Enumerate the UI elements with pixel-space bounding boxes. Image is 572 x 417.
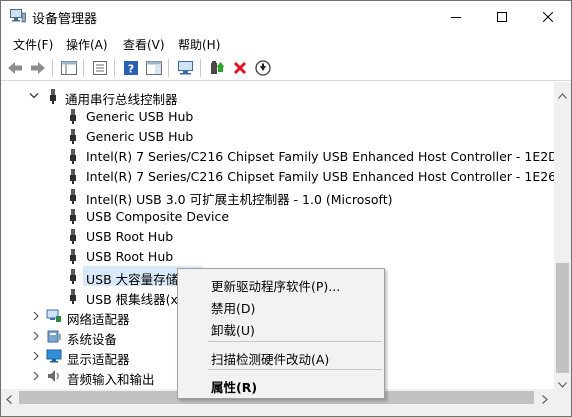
menu-item-uninstall[interactable]: 卸载(U) bbox=[211, 320, 255, 339]
speaker-icon bbox=[46, 368, 62, 384]
usb-plug-icon bbox=[65, 228, 81, 244]
usb-plug-icon bbox=[65, 248, 81, 264]
network-adapter-icon bbox=[46, 308, 62, 324]
scroll-right-arrow-icon[interactable] bbox=[542, 393, 548, 407]
svg-text:?: ? bbox=[128, 63, 134, 76]
expand-chevron-icon[interactable] bbox=[31, 350, 41, 362]
device-label: Intel(R) 7 Series/C216 Chipset Family US… bbox=[86, 149, 554, 164]
expand-chevron-icon[interactable] bbox=[31, 370, 41, 382]
menu-item-scan-hardware[interactable]: 扫描检测硬件改动(A) bbox=[211, 349, 329, 368]
device-label: USB Root Hub bbox=[86, 249, 174, 264]
expand-chevron-icon[interactable] bbox=[31, 330, 41, 342]
action-pane-icon[interactable] bbox=[145, 59, 163, 77]
menu-item-properties[interactable]: 属性(R) bbox=[211, 377, 257, 396]
category-label: 音频输入和输出 bbox=[67, 372, 155, 387]
tree-device-usb-root-hub-2[interactable]: USB Root Hub bbox=[1, 246, 554, 266]
back-icon[interactable] bbox=[6, 59, 24, 77]
tree-device-generic-usb-hub-1[interactable]: Generic USB Hub bbox=[1, 106, 554, 126]
tree-category-usb-controllers[interactable]: 通用串行总线控制器 bbox=[1, 86, 554, 107]
usb-plug-icon bbox=[65, 188, 81, 204]
menu-view[interactable]: 查看(V) bbox=[123, 36, 165, 53]
menu-action[interactable]: 操作(A) bbox=[66, 36, 108, 53]
close-button[interactable] bbox=[525, 1, 571, 32]
system-devices-icon bbox=[46, 328, 62, 344]
scroll-left-arrow-icon[interactable] bbox=[6, 393, 12, 407]
scrollbar-corner bbox=[554, 389, 571, 406]
update-driver-icon[interactable] bbox=[208, 59, 226, 77]
device-manager-icon bbox=[10, 9, 26, 23]
menu-item-disable[interactable]: 禁用(D) bbox=[211, 298, 255, 317]
context-menu: 更新驱动程序软件(P)... 禁用(D) 卸载(U) 扫描检测硬件改动(A) 属… bbox=[177, 268, 385, 399]
device-label: USB Root Hub bbox=[86, 229, 174, 244]
device-label: Generic USB Hub bbox=[86, 129, 194, 144]
menu-help[interactable]: 帮助(H) bbox=[178, 36, 220, 53]
maximize-button[interactable] bbox=[479, 1, 525, 32]
window-title: 设备管理器 bbox=[32, 12, 98, 27]
device-label: Generic USB Hub bbox=[86, 109, 194, 124]
show-hide-console-tree-icon[interactable] bbox=[60, 59, 78, 77]
enable-device-icon[interactable] bbox=[254, 59, 272, 77]
display-adapter-icon bbox=[46, 348, 62, 364]
properties-sheet-icon[interactable] bbox=[91, 59, 109, 77]
usb-plug-icon bbox=[65, 168, 81, 184]
tree-device-intel-ehci-1e2d[interactable]: Intel(R) 7 Series/C216 Chipset Family US… bbox=[1, 146, 554, 166]
usb-plug-icon bbox=[65, 148, 81, 164]
forward-icon[interactable] bbox=[29, 59, 47, 77]
tree-device-usb-composite[interactable]: USB Composite Device bbox=[1, 206, 554, 226]
device-manager-window: 设备管理器 文件(F) 操作(A) 查看(V) 帮助(H) ? 通用串行总线控制… bbox=[0, 0, 572, 417]
usb-plug-icon bbox=[65, 208, 81, 224]
uninstall-device-icon[interactable] bbox=[231, 59, 249, 77]
menu-separator bbox=[208, 369, 382, 370]
vertical-scrollbar[interactable] bbox=[554, 82, 571, 389]
title-bar[interactable]: 设备管理器 bbox=[1, 1, 571, 32]
usb-plug-icon bbox=[65, 268, 81, 284]
device-label: USB Composite Device bbox=[86, 209, 230, 224]
scan-hardware-monitor-icon[interactable] bbox=[177, 59, 195, 77]
menu-bar: 文件(F) 操作(A) 查看(V) 帮助(H) bbox=[1, 32, 571, 54]
toolbar: ? bbox=[1, 55, 571, 81]
collapse-chevron-icon[interactable] bbox=[29, 90, 39, 102]
status-bar bbox=[1, 406, 571, 416]
menu-separator bbox=[208, 341, 382, 342]
usb-plug-icon bbox=[65, 108, 81, 124]
vertical-scroll-thumb[interactable] bbox=[556, 263, 569, 373]
tree-device-usb-root-hub-1[interactable]: USB Root Hub bbox=[1, 226, 554, 246]
expand-chevron-icon[interactable] bbox=[31, 310, 41, 322]
usb-plug-icon bbox=[65, 128, 81, 144]
tree-device-intel-ehci-1e26[interactable]: Intel(R) 7 Series/C216 Chipset Family US… bbox=[1, 166, 554, 186]
scroll-up-arrow-icon[interactable] bbox=[558, 88, 567, 102]
menu-item-update-driver[interactable]: 更新驱动程序软件(P)... bbox=[211, 276, 340, 295]
tree-device-intel-usb3-xhci[interactable]: Intel(R) USB 3.0 可扩展主机控制器 - 1.0 (Microso… bbox=[1, 186, 554, 207]
usb-plug-icon bbox=[65, 288, 81, 304]
help-icon[interactable]: ? bbox=[122, 59, 140, 77]
usb-plug-icon bbox=[45, 88, 61, 104]
tree-device-generic-usb-hub-2[interactable]: Generic USB Hub bbox=[1, 126, 554, 146]
minimize-button[interactable] bbox=[433, 1, 479, 32]
device-label: Intel(R) 7 Series/C216 Chipset Family US… bbox=[86, 169, 554, 184]
menu-file[interactable]: 文件(F) bbox=[13, 36, 53, 53]
